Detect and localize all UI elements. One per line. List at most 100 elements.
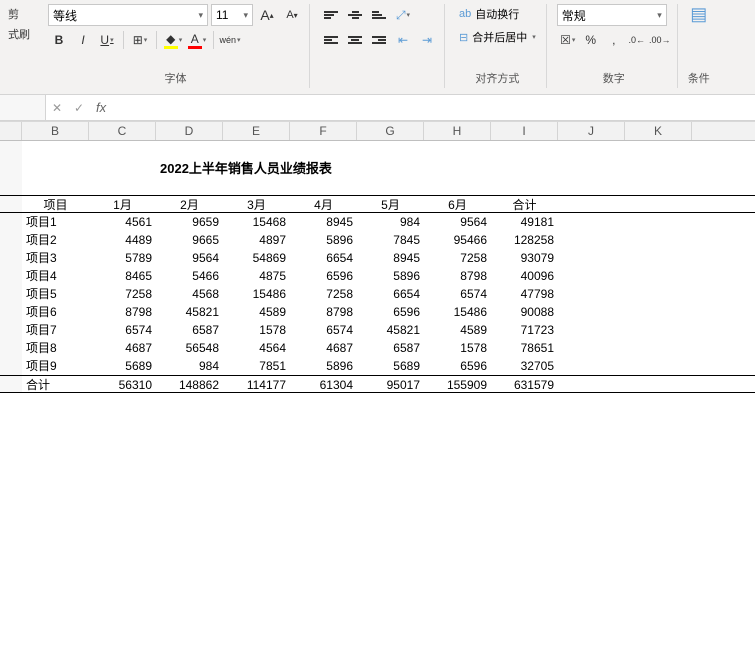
align-middle-button[interactable] [344,4,366,26]
phonetic-button[interactable]: wén▾ [219,29,241,51]
cell[interactable]: 9564 [424,213,491,231]
decrease-font-button[interactable]: A▾ [281,4,303,26]
bold-button[interactable]: B [48,29,70,51]
align-right-button[interactable] [368,29,390,51]
italic-button[interactable]: I [72,29,94,51]
cell[interactable]: 128258 [491,231,558,249]
font-color-button[interactable]: A ▾ [186,29,208,51]
column-header[interactable]: F [290,122,357,140]
spreadsheet-grid[interactable]: 2022上半年销售人员业绩报表 项目1月2月3月4月5月6月合计项目145619… [0,141,755,393]
cut-label[interactable]: 剪 [8,6,38,22]
cell[interactable]: 4687 [89,339,156,357]
cell[interactable]: 6596 [290,267,357,285]
cell[interactable]: 1578 [424,339,491,357]
format-painter-label[interactable]: 式刷 [8,26,38,42]
cell[interactable]: 93079 [491,249,558,267]
cell[interactable]: 15468 [223,213,290,231]
cell[interactable]: 6596 [357,303,424,321]
font-name-combo[interactable]: 等线 ▾ [48,4,208,26]
cell[interactable]: 合计 [491,196,558,212]
cell[interactable]: 54869 [223,249,290,267]
accounting-format-button[interactable]: ☒▾ [557,29,579,51]
name-box[interactable] [0,95,46,120]
cell[interactable]: 47798 [491,285,558,303]
cell[interactable]: 项目7 [22,321,89,339]
column-header[interactable]: H [424,122,491,140]
comma-button[interactable]: , [603,29,625,51]
cell[interactable]: 5689 [357,357,424,375]
cell[interactable]: 4589 [223,303,290,321]
cell[interactable]: 8465 [89,267,156,285]
column-header[interactable]: B [22,122,89,140]
cell[interactable]: 45821 [156,303,223,321]
cell[interactable]: 项目3 [22,249,89,267]
column-header[interactable]: I [491,122,558,140]
column-header[interactable]: K [625,122,692,140]
cell[interactable]: 95017 [357,376,424,392]
cell[interactable]: 4月 [290,196,357,212]
cell[interactable]: 9564 [156,249,223,267]
cell[interactable]: 5789 [89,249,156,267]
cell[interactable]: 1578 [223,321,290,339]
cell[interactable]: 7845 [357,231,424,249]
decrease-decimal-button[interactable]: .00→ [649,29,671,51]
cell[interactable]: 4589 [424,321,491,339]
fx-button[interactable]: fx [90,100,112,115]
confirm-button[interactable]: ✓ [68,95,90,120]
increase-font-button[interactable]: A▴ [256,4,278,26]
cell[interactable]: 4875 [223,267,290,285]
cell[interactable]: 71723 [491,321,558,339]
cell[interactable]: 项目2 [22,231,89,249]
orientation-button[interactable]: ⤢▾ [392,4,414,26]
cell[interactable]: 5689 [89,357,156,375]
cell[interactable]: 5896 [290,231,357,249]
cell[interactable]: 15486 [424,303,491,321]
cell[interactable]: 61304 [290,376,357,392]
cell[interactable]: 6596 [424,357,491,375]
cell[interactable]: 4687 [290,339,357,357]
cell[interactable]: 6587 [357,339,424,357]
cell[interactable]: 2月 [156,196,223,212]
conditional-format-icon[interactable]: ▤ [690,4,707,25]
cell[interactable]: 项目4 [22,267,89,285]
cell[interactable]: 148862 [156,376,223,392]
cell[interactable]: 项目5 [22,285,89,303]
cell[interactable]: 90088 [491,303,558,321]
align-bottom-button[interactable] [368,4,390,26]
cell[interactable]: 984 [156,357,223,375]
increase-decimal-button[interactable]: .0← [626,29,648,51]
align-top-button[interactable] [320,4,342,26]
cell[interactable]: 56548 [156,339,223,357]
cell[interactable]: 6587 [156,321,223,339]
cancel-button[interactable]: ✕ [46,95,68,120]
cell[interactable]: 项目 [22,196,89,212]
align-center-button[interactable] [344,29,366,51]
column-header[interactable]: E [223,122,290,140]
cell[interactable]: 8945 [357,249,424,267]
percent-button[interactable]: % [580,29,602,51]
underline-button[interactable]: U▾ [96,29,118,51]
select-all-corner[interactable] [0,122,22,140]
cell[interactable]: 9665 [156,231,223,249]
cell[interactable]: 4561 [89,213,156,231]
cell[interactable]: 984 [357,213,424,231]
cell[interactable]: 155909 [424,376,491,392]
cell[interactable]: 8798 [290,303,357,321]
cell[interactable]: 6654 [290,249,357,267]
cell[interactable]: 1月 [89,196,156,212]
cell[interactable]: 56310 [89,376,156,392]
formula-input[interactable] [112,101,755,115]
cell[interactable]: 8945 [290,213,357,231]
number-format-combo[interactable]: 常规 ▾ [557,4,667,26]
cell[interactable]: 项目6 [22,303,89,321]
cell[interactable]: 5466 [156,267,223,285]
cell[interactable]: 95466 [424,231,491,249]
cell[interactable]: 6654 [357,285,424,303]
cell[interactable]: 项目1 [22,213,89,231]
fill-color-button[interactable]: ◆ ▾ [162,29,184,51]
decrease-indent-button[interactable]: ⇤ [392,29,414,51]
cell[interactable]: 6月 [424,196,491,212]
cell[interactable]: 7258 [424,249,491,267]
cell[interactable]: 8798 [424,267,491,285]
font-size-combo[interactable]: 11 ▾ [211,4,253,26]
